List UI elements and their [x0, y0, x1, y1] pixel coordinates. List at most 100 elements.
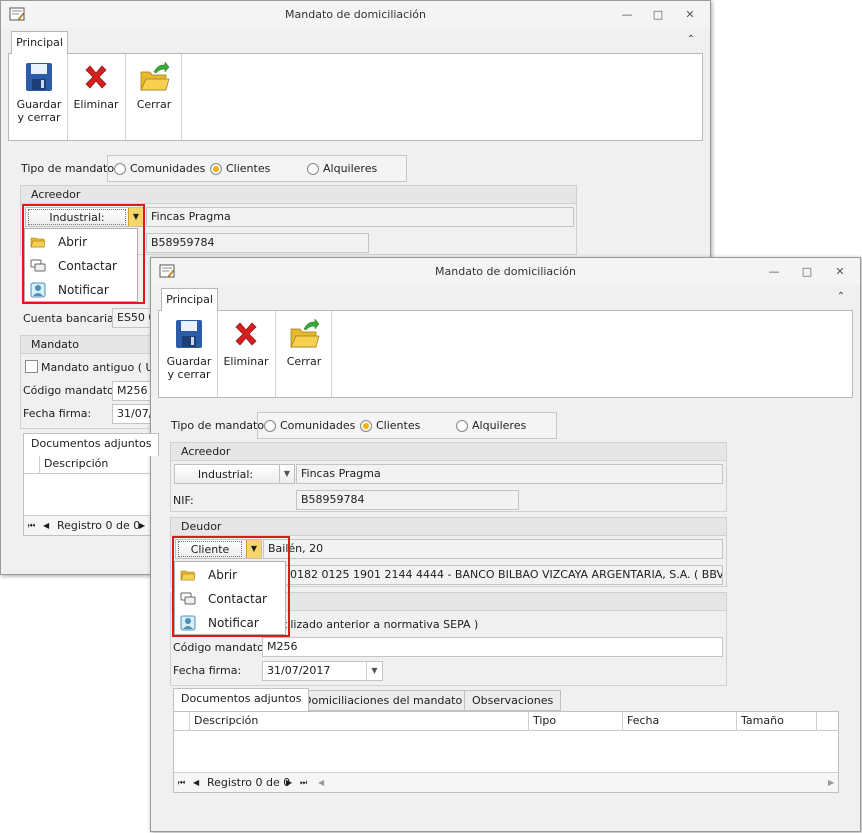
maximize-icon: □ — [801, 264, 813, 278]
menu-item-notificar[interactable]: Notificar — [25, 278, 137, 302]
delete-button[interactable]: Eliminar — [221, 317, 271, 395]
next-record-icon[interactable]: ▶ — [139, 516, 145, 535]
chat-bubbles-icon — [180, 592, 196, 605]
tab-principal[interactable]: Principal — [11, 31, 68, 54]
scroll-left-icon[interactable]: ◀ — [318, 773, 324, 792]
ribbon-back: Guardar y cerrar Eliminar Cerrar — [8, 53, 703, 141]
record-counter: Registro 0 de 0 — [57, 519, 141, 532]
fecha-label: Fecha firma: — [23, 407, 92, 420]
save-close-button[interactable]: Guardar y cerrar — [163, 317, 215, 395]
menu-item-contactar[interactable]: Contactar — [25, 254, 137, 278]
close-form-label: Cerrar — [136, 98, 172, 111]
deudor-header: Deudor — [171, 518, 726, 536]
radio-dot — [264, 419, 276, 432]
menu-item-notificar-label: Notificar — [58, 283, 109, 297]
ribbon-collapse-icon[interactable]: ⌃ — [685, 34, 697, 46]
chat-bubbles-icon — [30, 259, 46, 272]
ribbon-collapse-icon[interactable]: ⌃ — [835, 291, 847, 303]
notify-person-icon — [180, 615, 196, 631]
radio-comunidades-label: Comunidades — [280, 419, 356, 432]
fecha-value: 31/07/2017 — [267, 664, 331, 677]
menu-item-contactar[interactable]: Contactar — [175, 587, 285, 611]
deudor-name-field: Bailén, 20 — [263, 539, 723, 559]
ribbon-separator — [181, 54, 182, 140]
fecha-field[interactable]: 31/07/2017 ▼ — [262, 661, 383, 681]
menu-item-abrir[interactable]: Abrir — [25, 230, 137, 254]
acreedor-name-field: Fincas Pragma — [296, 464, 723, 484]
chevron-down-icon[interactable]: ▼ — [366, 662, 382, 680]
prev-record-icon[interactable]: ◀ — [193, 773, 199, 792]
first-record-icon[interactable]: ⏮ — [28, 516, 35, 535]
prev-record-icon[interactable]: ◀ — [43, 516, 49, 535]
codigo-label: Código mandato: — [173, 641, 268, 654]
close-form-label: Cerrar — [286, 355, 322, 368]
save-close-label: Guardar y cerrar — [166, 355, 212, 381]
radio-alquileres[interactable]: Alquileres — [456, 419, 526, 432]
menu-item-contactar-label: Contactar — [208, 592, 267, 606]
maximize-button[interactable]: □ — [646, 5, 670, 23]
tab-documentos-adjuntos[interactable]: Documentos adjuntos — [23, 433, 160, 456]
last-record-icon[interactable]: ⏭ — [300, 773, 307, 792]
col-tipo[interactable]: Tipo — [529, 712, 623, 731]
menu-item-abrir[interactable]: Abrir — [175, 563, 285, 587]
radio-alquileres[interactable]: Alquileres — [307, 162, 377, 175]
grid-header: Descripción — [24, 455, 152, 474]
delete-label: Eliminar — [223, 355, 269, 368]
close-button[interactable]: ✕ — [828, 262, 852, 280]
acreedor-header: Acreedor — [21, 186, 576, 204]
menu-item-abrir-label: Abrir — [208, 568, 238, 582]
titlebar-front[interactable]: Mandato de domiciliación — □ ✕ — [151, 258, 860, 285]
minimize-button[interactable]: — — [762, 262, 786, 280]
minimize-icon: — — [621, 7, 633, 21]
col-descripcion[interactable]: Descripción — [190, 712, 529, 731]
radio-dot — [307, 162, 319, 175]
close-button[interactable]: ✕ — [678, 5, 702, 23]
radio-comunidades[interactable]: Comunidades — [114, 162, 205, 175]
minimize-button[interactable]: — — [615, 5, 639, 23]
radio-clientes-label: Clientes — [226, 162, 271, 175]
menu-item-notificar[interactable]: Notificar — [175, 611, 285, 635]
col-descripcion[interactable]: Descripción — [40, 455, 154, 474]
mandato-antiguo-label: Mandato antiguo ( Utili — [41, 361, 168, 374]
tab-principal[interactable]: Principal — [161, 288, 218, 311]
close-form-button[interactable]: Cerrar — [129, 60, 179, 138]
close-form-button[interactable]: Cerrar — [279, 317, 329, 395]
floppy-disk-icon — [26, 63, 52, 91]
acreedor-nif-field: B58959784 — [146, 233, 369, 253]
maximize-button[interactable]: □ — [795, 262, 819, 280]
maximize-icon: □ — [652, 7, 664, 21]
next-record-icon[interactable]: ▶ — [286, 773, 292, 792]
radio-dot — [456, 419, 468, 432]
tab-domiciliaciones[interactable]: Domiciliaciones del mandato — [295, 690, 471, 711]
menu-item-notificar-label: Notificar — [208, 616, 259, 630]
acreedor-header: Acreedor — [171, 443, 726, 461]
save-close-label: Guardar y cerrar — [16, 98, 62, 124]
delete-button[interactable]: Eliminar — [71, 60, 121, 138]
combo-menu-front: Abrir Contactar Notificar — [174, 561, 286, 635]
tipo-mandato-label: Tipo de mandato: — [171, 419, 268, 432]
tipo-mandato-label: Tipo de mandato: — [21, 162, 118, 175]
mandato-antiguo-checkbox[interactable] — [25, 360, 38, 373]
acreedor-combo[interactable]: Industrial: ▼ — [174, 464, 295, 484]
chevron-down-icon[interactable]: ▼ — [279, 465, 294, 483]
cuenta-label: Cuenta bancaria: — [23, 312, 118, 325]
first-record-icon[interactable]: ⏮ — [178, 773, 185, 792]
tab-observaciones[interactable]: Observaciones — [464, 690, 562, 711]
codigo-field[interactable]: M256 — [262, 637, 723, 657]
grid-header: Descripción Tipo Fecha Tamaño — [174, 712, 838, 731]
col-fecha[interactable]: Fecha — [623, 712, 737, 731]
radio-comunidades[interactable]: Comunidades — [264, 419, 355, 432]
col-tamano[interactable]: Tamaño — [737, 712, 817, 731]
scroll-right-icon[interactable]: ▶ — [828, 773, 834, 792]
radio-clientes[interactable]: Clientes — [210, 162, 270, 175]
titlebar-back[interactable]: Mandato de domiciliación — □ ✕ — [1, 1, 710, 28]
close-icon: ✕ — [685, 7, 695, 21]
ribbon-separator — [275, 311, 276, 397]
ribbon-separator — [331, 311, 332, 397]
notify-person-icon — [30, 282, 46, 298]
radio-clientes[interactable]: Clientes — [360, 419, 420, 432]
tab-documentos-adjuntos[interactable]: Documentos adjuntos — [173, 688, 310, 711]
acreedor-name-field: Fincas Pragma — [146, 207, 574, 227]
ribbon-area-front: Principal ⌃ Guardar y cerrar Eliminar Ce… — [158, 285, 853, 398]
save-close-button[interactable]: Guardar y cerrar — [13, 60, 65, 138]
